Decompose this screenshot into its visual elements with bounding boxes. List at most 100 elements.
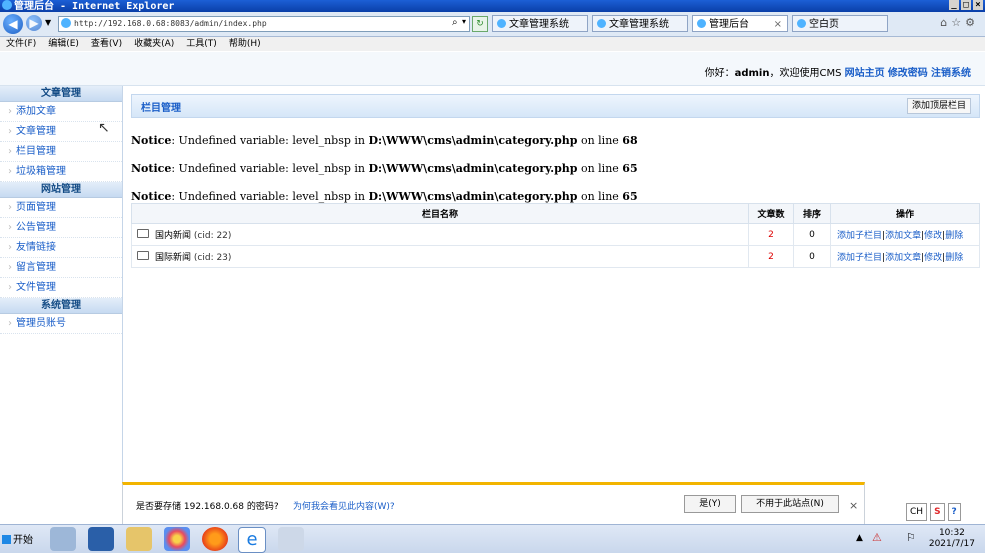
tab-cms-2[interactable]: 文章管理系统: [592, 15, 688, 32]
home-icon[interactable]: ⌂: [940, 16, 951, 29]
sidebar-item-admin-accounts[interactable]: 管理员账号: [0, 314, 122, 334]
never-for-site-button[interactable]: 不用于此站点(N): [741, 495, 839, 513]
forward-button[interactable]: ▶: [26, 15, 42, 31]
add-subcategory-link[interactable]: 添加子栏目: [837, 253, 882, 263]
logout-link[interactable]: 注销系统: [931, 68, 971, 79]
sidebar-item-announcements[interactable]: 公告管理: [0, 218, 122, 238]
article-count-cell: 2: [748, 223, 794, 246]
save-password-question: 是否要存储 192.168.0.68 的密码?: [136, 502, 279, 512]
sidebar-item-add-article[interactable]: 添加文章: [0, 102, 122, 122]
minimize-button[interactable]: _: [949, 0, 959, 10]
sidebar-item-pages[interactable]: 页面管理: [0, 198, 122, 218]
main-content: 栏目管理 添加顶层栏目 Notice: Undefined variable: …: [131, 94, 980, 211]
windows-logo-icon: [2, 535, 11, 544]
yes-button[interactable]: 是(Y): [684, 495, 736, 513]
menu-help[interactable]: 帮助(H): [229, 39, 261, 49]
ie-logo-icon: [2, 0, 12, 10]
help-icon[interactable]: ?: [947, 503, 961, 521]
change-password-link[interactable]: 修改密码: [888, 68, 928, 79]
window-title: 管理后台 - Internet Explorer: [14, 1, 175, 12]
language-indicator[interactable]: CH: [906, 503, 928, 521]
edit-link[interactable]: 修改: [924, 253, 942, 263]
address-dropdown-icon[interactable]: ▾: [462, 17, 466, 26]
menu-view[interactable]: 查看(V): [91, 39, 122, 49]
close-icon[interactable]: ×: [849, 499, 858, 512]
add-subcategory-link[interactable]: 添加子栏目: [837, 231, 882, 241]
col-header-count: 文章数: [748, 203, 794, 224]
firefox-icon[interactable]: [202, 527, 228, 551]
paint-icon[interactable]: [278, 527, 304, 551]
favorites-star-icon[interactable]: ☆: [951, 16, 965, 29]
sidebar-item-files[interactable]: 文件管理: [0, 278, 122, 298]
back-button[interactable]: ◀: [3, 14, 23, 34]
table-header-row: 栏目名称 文章数 排序 操作: [131, 203, 980, 224]
menu-file[interactable]: 文件(F): [6, 39, 36, 49]
sidebar-item-trash[interactable]: 垃圾箱管理: [0, 162, 122, 182]
why-link[interactable]: 为何我会看见此内容(W)?: [293, 499, 395, 512]
table-row: 国际新闻 (cid: 23) 2 0 添加子栏目|添加文章|修改|删除: [131, 245, 980, 268]
history-dropdown-icon[interactable]: ▼: [45, 18, 51, 27]
delete-link[interactable]: 删除: [945, 253, 963, 263]
add-article-link[interactable]: 添加文章: [885, 231, 921, 241]
sidebar-item-category-manage[interactable]: 栏目管理: [0, 142, 122, 162]
sidebar-item-messages[interactable]: 留言管理: [0, 258, 122, 278]
photos-icon[interactable]: [164, 527, 190, 551]
start-button[interactable]: 开始: [2, 531, 33, 546]
settings-gear-icon[interactable]: ⚙: [965, 16, 979, 29]
delete-link[interactable]: 删除: [945, 231, 963, 241]
browser-nav-bar: ◀ ▶ ▼ http://192.168.0.68:8083/admin/ind…: [0, 12, 985, 37]
table-row: 国内新闻 (cid: 22) 2 0 添加子栏目|添加文章|修改|删除: [131, 223, 980, 246]
clock[interactable]: 10:32 2021/7/17: [929, 528, 975, 550]
search-icon[interactable]: ⌕: [452, 17, 458, 28]
page-header: 你好：admin，欢迎使用CMS 网站主页 修改密码 注销系统: [0, 52, 985, 86]
powershell-icon[interactable]: [88, 527, 114, 551]
actions-cell: 添加子栏目|添加文章|修改|删除: [830, 223, 980, 246]
col-header-order: 排序: [793, 203, 831, 224]
tab-cms-1[interactable]: 文章管理系统: [492, 15, 588, 32]
menu-edit[interactable]: 编辑(E): [48, 39, 79, 49]
network-warning-icon[interactable]: ⚠: [872, 531, 882, 544]
add-top-category-button[interactable]: 添加顶层栏目: [906, 98, 971, 114]
add-article-link[interactable]: 添加文章: [885, 253, 921, 263]
sidebar-section-article: 文章管理: [0, 86, 122, 102]
order-cell: 0: [793, 223, 831, 246]
menu-tools[interactable]: 工具(T): [186, 39, 217, 49]
edit-link[interactable]: 修改: [924, 231, 942, 241]
welcome-text: 你好：admin，欢迎使用CMS 网站主页 修改密码 注销系统: [704, 68, 971, 79]
category-table: 栏目名称 文章数 排序 操作 国内新闻 (cid: 22) 2 0 添加子栏目|…: [131, 203, 980, 268]
refresh-icon[interactable]: ↻: [472, 16, 488, 32]
category-name-cell: 国际新闻 (cid: 23): [131, 245, 749, 268]
home-link[interactable]: 网站主页: [845, 68, 885, 79]
menu-favorites[interactable]: 收藏夹(A): [134, 39, 174, 49]
save-password-bar: 是否要存储 192.168.0.68 的密码? 为何我会看见此内容(W)? 是(…: [122, 482, 865, 528]
taskbar: 开始 e ▲ ⚠ ⚐ 10:32 2021/7/17: [0, 524, 985, 553]
mouse-cursor-icon: ↖: [98, 120, 110, 136]
clock-date: 2021/7/17: [928, 539, 975, 549]
address-bar[interactable]: http://192.168.0.68:8083/admin/index.php: [58, 16, 470, 32]
tab-blank[interactable]: 空白页: [792, 15, 888, 32]
page-icon: [797, 19, 806, 28]
address-url[interactable]: http://192.168.0.68:8083/admin/index.php: [74, 19, 267, 28]
file-explorer-icon[interactable]: [126, 527, 152, 551]
server-manager-icon[interactable]: [50, 527, 76, 551]
internet-explorer-icon[interactable]: e: [238, 527, 266, 553]
page-icon: [497, 19, 506, 28]
sidebar-item-links[interactable]: 友情链接: [0, 238, 122, 258]
tray-expand-icon[interactable]: ▲: [856, 533, 863, 543]
page-icon: [61, 18, 71, 28]
ime-icon[interactable]: S: [930, 503, 945, 521]
close-button[interactable]: ×: [973, 0, 983, 10]
actions-cell: 添加子栏目|添加文章|修改|删除: [830, 245, 980, 268]
maximize-button[interactable]: □: [961, 0, 971, 10]
sidebar-section-site: 网站管理: [0, 182, 122, 198]
tab-close-icon[interactable]: ×: [774, 16, 782, 33]
tab-admin[interactable]: 管理后台 ×: [692, 15, 788, 32]
action-center-flag-icon[interactable]: ⚐: [906, 531, 916, 544]
panel-header: 栏目管理 添加顶层栏目: [131, 94, 980, 118]
username: admin: [734, 68, 770, 79]
order-cell: 0: [793, 245, 831, 268]
col-header-actions: 操作: [830, 203, 980, 224]
article-count-cell: 2: [748, 245, 794, 268]
language-bar: CH S ?: [906, 503, 961, 521]
page-icon: [697, 19, 706, 28]
